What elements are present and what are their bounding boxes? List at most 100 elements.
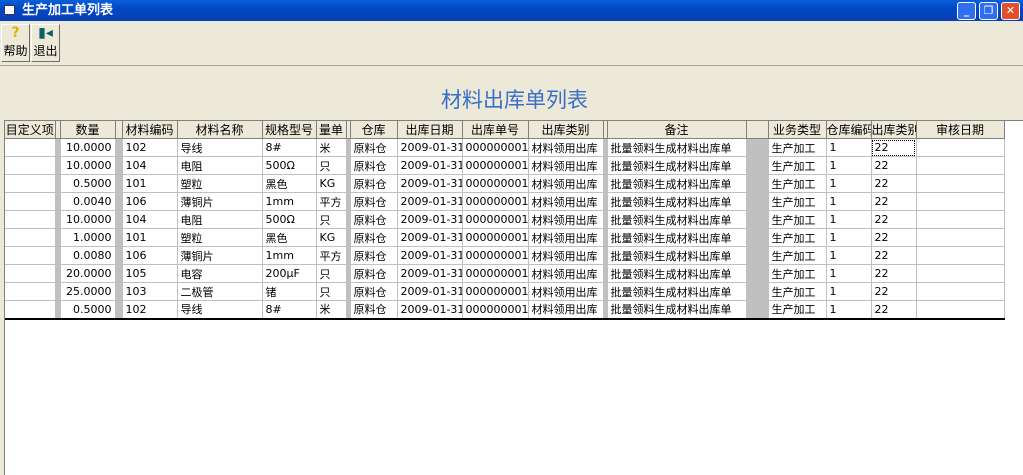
close-button[interactable]: ✕: [1001, 2, 1020, 20]
table-cell[interactable]: [5, 210, 56, 229]
table-cell[interactable]: [746, 282, 769, 301]
table-cell[interactable]: 材料领用出库: [528, 210, 604, 229]
table-cell[interactable]: 2009-01-31: [397, 192, 463, 211]
table-cell[interactable]: 批量领料生成材料出库单: [607, 246, 747, 265]
table-cell[interactable]: 黑色: [262, 174, 317, 193]
table-cell[interactable]: 材料领用出库: [528, 138, 604, 157]
table-cell[interactable]: [5, 228, 56, 247]
table-cell[interactable]: 原料仓: [350, 192, 398, 211]
table-cell[interactable]: 104: [122, 156, 178, 175]
table-cell[interactable]: 0000000015: [462, 210, 529, 229]
table-cell[interactable]: 2009-01-31: [397, 138, 463, 157]
table-cell[interactable]: 材料领用出库: [528, 282, 604, 301]
table-cell[interactable]: 22: [871, 156, 917, 175]
table-row[interactable]: 0.0080 106薄铜片1mm平方原料仓2009-01-310000000015…: [5, 246, 1005, 265]
table-row[interactable]: 20.0000 105 电容 200μF 只原料仓 2009-01-31 000000001…: [5, 264, 1005, 283]
table-cell[interactable]: 22: [871, 264, 917, 283]
table-cell[interactable]: 2009-01-31: [397, 210, 463, 229]
table-cell[interactable]: [916, 264, 1005, 283]
table-cell[interactable]: 0000000015: [462, 228, 529, 247]
table-cell[interactable]: 0000000014: [462, 156, 529, 175]
table-cell[interactable]: [916, 138, 1005, 157]
exit-button[interactable]: ▮◂ 退出: [31, 24, 60, 62]
table-cell[interactable]: 原料仓: [350, 156, 398, 175]
table-cell[interactable]: 104: [122, 210, 178, 229]
table-row[interactable]: 10.0000 104电阻500Ω只原料仓2009-01-310000000014…: [5, 156, 1005, 175]
table-cell[interactable]: 二极管: [177, 282, 263, 301]
table-cell[interactable]: 黑色: [262, 228, 317, 247]
table-cell[interactable]: 500Ω: [262, 156, 317, 175]
table-cell[interactable]: 原料仓: [350, 300, 398, 319]
table-cell[interactable]: 0000000014: [462, 138, 529, 157]
table-cell[interactable]: 电阻: [177, 210, 263, 229]
table-cell[interactable]: 8#: [262, 138, 317, 157]
column-header[interactable]: 审核日期: [916, 121, 1005, 139]
table-row[interactable]: 10.0000 104电阻500Ω只原料仓2009-01-310000000015…: [5, 210, 1005, 229]
table-row[interactable]: 25.0000 103二极管锗只原料仓2009-01-310000000015材料…: [5, 282, 1005, 301]
table-cell[interactable]: 原料仓: [350, 174, 398, 193]
table-cell[interactable]: 生产加工: [768, 282, 827, 301]
table-cell[interactable]: 0.0080: [60, 246, 116, 265]
table-cell[interactable]: 1mm: [262, 192, 317, 211]
table-cell[interactable]: [746, 264, 769, 283]
table-cell[interactable]: [746, 138, 769, 157]
table-cell[interactable]: [115, 246, 123, 265]
table-cell[interactable]: [5, 282, 56, 301]
table-cell[interactable]: [115, 282, 123, 301]
table-cell[interactable]: [746, 156, 769, 175]
column-header[interactable]: [115, 121, 123, 139]
table-cell[interactable]: [746, 246, 769, 265]
restore-button[interactable]: ❐: [979, 2, 998, 20]
table-cell[interactable]: 只: [316, 156, 347, 175]
table-cell[interactable]: 材料领用出库: [528, 246, 604, 265]
column-header[interactable]: [746, 121, 769, 139]
table-cell[interactable]: 0.5000: [60, 300, 116, 319]
table-cell[interactable]: 薄铜片: [177, 192, 263, 211]
table-cell[interactable]: 500Ω: [262, 210, 317, 229]
table-cell[interactable]: 105: [122, 264, 178, 283]
table-cell[interactable]: 生产加工: [768, 174, 827, 193]
table-cell[interactable]: 生产加工: [768, 264, 827, 283]
table-cell[interactable]: 生产加工: [768, 246, 827, 265]
table-cell[interactable]: 导线: [177, 300, 263, 319]
table-cell[interactable]: 批量领料生成材料出库单: [607, 264, 747, 283]
table-cell[interactable]: 材料领用出库: [528, 192, 604, 211]
table-cell[interactable]: 25.0000: [60, 282, 116, 301]
table-cell[interactable]: 平方: [316, 246, 347, 265]
table-cell[interactable]: 生产加工: [768, 300, 827, 319]
table-cell[interactable]: 2009-01-31: [397, 282, 463, 301]
table-cell[interactable]: 0000000014: [462, 192, 529, 211]
table-cell[interactable]: 10.0000: [60, 138, 116, 157]
table-cell[interactable]: 1: [826, 228, 872, 247]
table-cell[interactable]: [115, 156, 123, 175]
table-cell[interactable]: 102: [122, 138, 178, 157]
table-cell[interactable]: [5, 246, 56, 265]
table-cell[interactable]: [916, 174, 1005, 193]
table-cell[interactable]: 批量领料生成材料出库单: [607, 210, 747, 229]
column-header[interactable]: 目定义项: [5, 121, 56, 139]
table-cell[interactable]: 原料仓: [350, 282, 398, 301]
table-cell[interactable]: [746, 174, 769, 193]
table-cell[interactable]: 原料仓: [350, 210, 398, 229]
column-header[interactable]: 材料编码: [122, 121, 178, 139]
table-cell[interactable]: 材料领用出库: [528, 264, 604, 283]
table-cell[interactable]: 106: [122, 246, 178, 265]
table-cell[interactable]: 锗: [262, 282, 317, 301]
table-cell[interactable]: [5, 138, 56, 157]
table-cell[interactable]: [115, 210, 123, 229]
column-header[interactable]: 规格型号: [262, 121, 317, 139]
table-cell[interactable]: 平方: [316, 192, 347, 211]
table-cell[interactable]: [115, 192, 123, 211]
table-cell[interactable]: 1: [826, 264, 872, 283]
table-cell[interactable]: 10.0000: [60, 210, 116, 229]
table-cell[interactable]: 生产加工: [768, 192, 827, 211]
table-cell[interactable]: 2009-01-31: [397, 228, 463, 247]
table-cell[interactable]: 原料仓: [350, 246, 398, 265]
table-cell[interactable]: 1: [826, 246, 872, 265]
table-cell[interactable]: [916, 192, 1005, 211]
table-cell[interactable]: 2009-01-31: [397, 156, 463, 175]
table-cell[interactable]: 1mm: [262, 246, 317, 265]
table-cell[interactable]: 1: [826, 210, 872, 229]
table-cell[interactable]: 1: [826, 156, 872, 175]
table-cell[interactable]: 批量领料生成材料出库单: [607, 156, 747, 175]
